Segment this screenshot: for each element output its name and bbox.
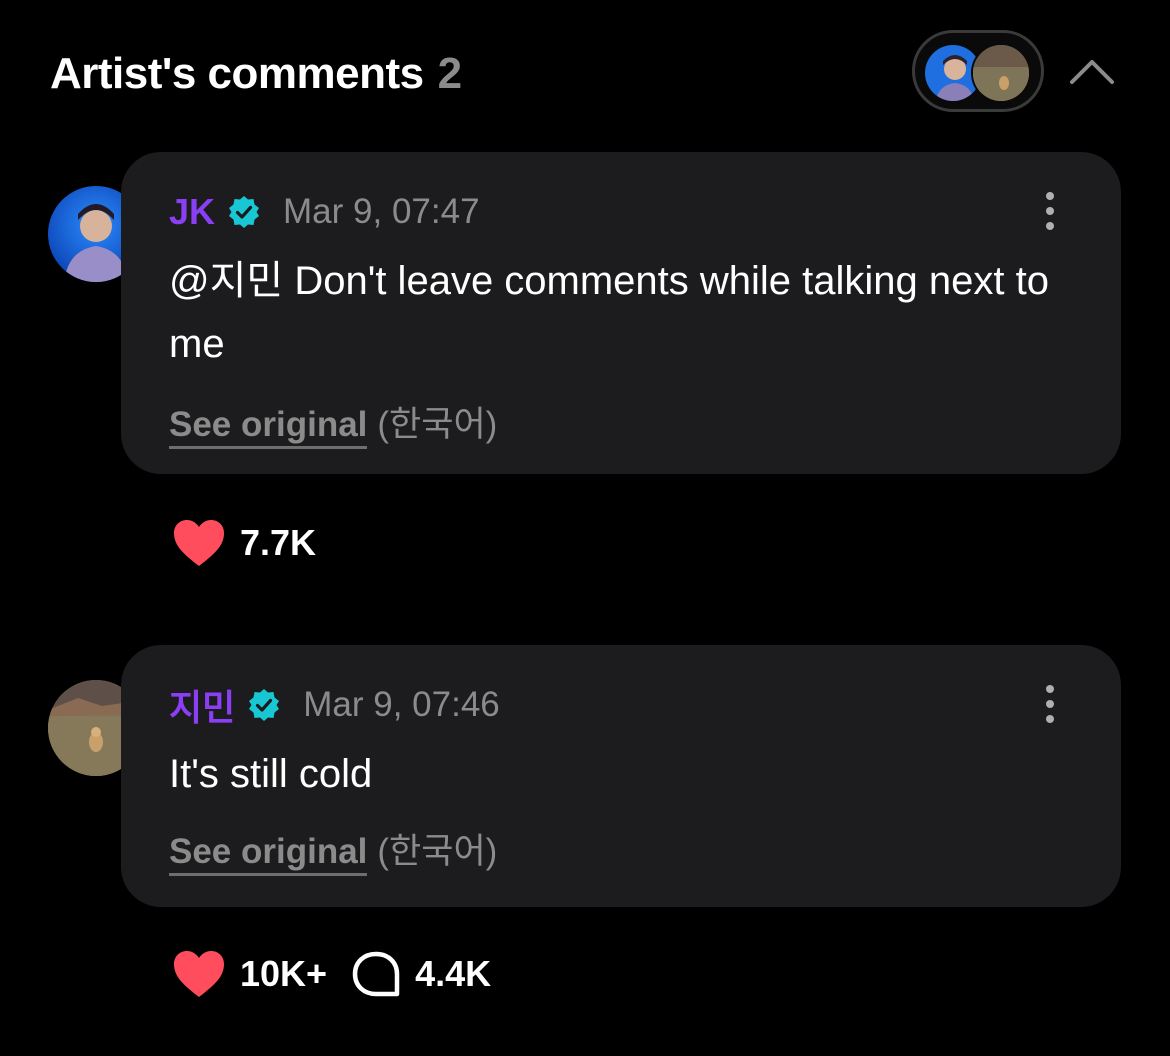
comments-header: Artist's comments 2 xyxy=(50,44,462,104)
like-count: 10K+ xyxy=(240,953,328,994)
comment-meta: 지민 Mar 9, 07:46 xyxy=(169,683,500,728)
heart-icon[interactable] xyxy=(172,518,226,568)
comment-reactions: 7.7K xyxy=(172,515,316,571)
comment-text: @지민 Don't leave comments while talking n… xyxy=(169,259,1049,366)
comment-card: JK Mar 9, 07:47 @지민 Don't leave comments… xyxy=(121,152,1121,474)
comment-text: It's still cold xyxy=(169,752,373,796)
speech-bubble-icon[interactable] xyxy=(351,950,401,998)
verified-badge-icon xyxy=(249,689,280,721)
author-name[interactable]: 지민 xyxy=(169,679,235,731)
comment-time: Mar 9, 07:46 xyxy=(303,685,500,724)
collapse-button[interactable] xyxy=(1066,48,1118,94)
like-count: 7.7K xyxy=(240,522,317,563)
author-name[interactable]: JK xyxy=(169,191,215,233)
original-language: (한국어) xyxy=(377,832,498,871)
more-vertical-icon xyxy=(1046,685,1054,693)
comment-count: 2 xyxy=(437,49,463,98)
section-title: Artist's comments xyxy=(50,49,424,98)
comment-card: 지민 Mar 9, 07:46 It's still cold See orig… xyxy=(121,645,1121,907)
artist-avatar-stack[interactable] xyxy=(912,30,1044,112)
reply-count: 4.4K xyxy=(415,953,492,994)
more-options-button[interactable] xyxy=(1039,192,1061,234)
chevron-up-icon xyxy=(1070,60,1114,84)
see-original-row: See original (한국어) xyxy=(169,396,498,449)
more-options-button[interactable] xyxy=(1039,685,1061,727)
comment-time: Mar 9, 07:47 xyxy=(283,192,480,231)
more-vertical-icon xyxy=(1046,192,1054,200)
heart-icon[interactable] xyxy=(172,949,226,999)
verified-badge-icon xyxy=(229,196,260,228)
see-original-link[interactable]: See original xyxy=(169,832,368,876)
artist-avatar-jimin-small xyxy=(971,43,1031,103)
see-original-row: See original (한국어) xyxy=(169,823,498,876)
see-original-link[interactable]: See original xyxy=(169,405,368,449)
comment-meta: JK Mar 9, 07:47 xyxy=(169,190,480,234)
original-language: (한국어) xyxy=(377,405,498,444)
comment-reactions: 10K+ 4.4K xyxy=(172,946,491,1002)
